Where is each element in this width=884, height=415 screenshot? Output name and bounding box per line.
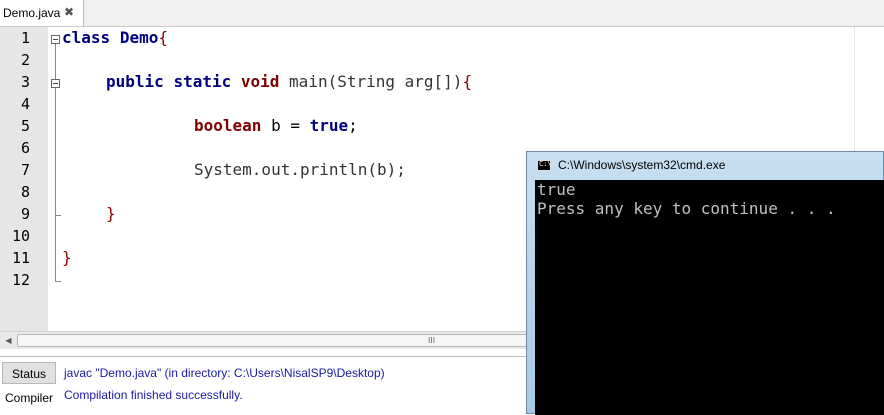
fold-end-marker xyxy=(55,215,61,216)
fold-guide xyxy=(55,88,56,282)
brace: } xyxy=(106,204,116,223)
line-number: 12 xyxy=(11,271,30,289)
cmd-console[interactable]: true Press any key to continue . . . xyxy=(535,180,884,415)
line-number: 5 xyxy=(20,117,30,135)
tab-status[interactable]: Status xyxy=(2,362,56,384)
semicolon: ; xyxy=(348,116,358,135)
cmd-titlebar[interactable]: C:\ C:\Windows\system32\cmd.exe xyxy=(528,153,884,177)
brace: { xyxy=(158,28,168,47)
cmd-window[interactable]: C:\ C:\Windows\system32\cmd.exe true Pre… xyxy=(526,151,884,415)
close-icon[interactable]: ✖ xyxy=(64,5,74,19)
cmd-icon-text: C:\ xyxy=(539,160,552,168)
tab-strip: Demo.java ✖ xyxy=(0,0,884,27)
code-line-11: } xyxy=(62,247,72,269)
code-line-1: class Demo{ xyxy=(62,27,168,49)
code-text: b = xyxy=(271,116,310,135)
keyword: static xyxy=(173,72,232,91)
keyword: true xyxy=(309,116,349,135)
keyword: void xyxy=(240,72,280,91)
tab-label: Demo.java xyxy=(3,6,61,20)
line-number: 2 xyxy=(20,51,30,69)
compile-result-message: Compilation finished successfully. xyxy=(64,388,243,402)
fold-icon[interactable] xyxy=(51,79,60,88)
scroll-left-icon[interactable]: ◀ xyxy=(0,332,17,349)
fold-guide xyxy=(55,44,56,82)
scrollbar-grip: III xyxy=(428,336,436,345)
cmd-title: C:\Windows\system32\cmd.exe xyxy=(558,158,726,172)
line-number: 6 xyxy=(20,139,30,157)
cmd-frame: C:\ C:\Windows\system32\cmd.exe true Pre… xyxy=(526,151,884,415)
code-line-7: System.out.println(b); xyxy=(194,159,406,181)
compile-command-message: javac "Demo.java" (in directory: C:\User… xyxy=(64,366,385,380)
line-number: 10 xyxy=(11,227,30,245)
keyword: class xyxy=(62,28,111,47)
line-number: 7 xyxy=(20,161,30,179)
code-line-9: } xyxy=(106,203,116,225)
line-number: 3 xyxy=(20,73,30,91)
tab-demo-java[interactable]: Demo.java ✖ xyxy=(0,0,84,26)
code-line-5: boolean b = true; xyxy=(194,115,358,137)
line-number: 4 xyxy=(20,95,30,113)
line-number-gutter: 1 2 3 4 5 6 7 8 9 10 11 12 xyxy=(0,27,48,331)
fold-icon[interactable] xyxy=(51,35,60,44)
keyword: public xyxy=(106,72,164,91)
keyword: boolean xyxy=(194,116,262,135)
line-number: 1 xyxy=(20,29,30,47)
line-number: 8 xyxy=(20,183,30,201)
fold-end-marker xyxy=(55,281,61,282)
line-number: 9 xyxy=(20,205,30,223)
brace: { xyxy=(462,72,473,91)
code-line-3: public static void main(String arg[]){ xyxy=(106,71,472,93)
cmd-icon: C:\ xyxy=(537,160,552,171)
console-output-line: Press any key to continue . . . xyxy=(537,199,836,218)
code-text: System.out.println(b); xyxy=(194,160,406,179)
brace: } xyxy=(62,248,72,267)
tab-compiler[interactable]: Compiler xyxy=(2,387,56,409)
console-output-line: true xyxy=(537,180,576,199)
line-number: 11 xyxy=(11,249,30,267)
class-name: Demo xyxy=(119,28,159,47)
method-signature: main(String arg[]) xyxy=(289,72,463,91)
message-tabs: Status Compiler xyxy=(0,357,56,415)
